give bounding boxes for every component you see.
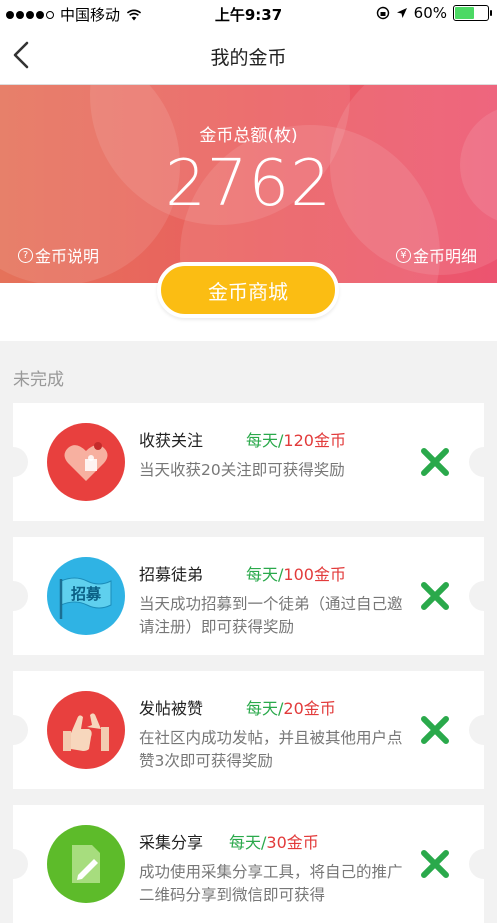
thumbs-up-icon (47, 691, 125, 769)
heart-puzzle-icon (47, 423, 125, 501)
nav-bar: 我的金币 (0, 27, 497, 85)
coin-explanation-link[interactable]: ? 金币说明 (18, 243, 99, 267)
battery-percent: 60% (413, 4, 447, 22)
coin-detail-label: 金币明细 (412, 247, 477, 266)
incomplete-x-icon (421, 850, 449, 878)
coin-detail-link[interactable]: ¥ 金币明细 (395, 243, 477, 267)
task-name: 采集分享 (139, 833, 204, 852)
coin-summary-header: 金币总额(枚) 2762 ? 金币说明 ¥ 金币明细 (0, 85, 497, 283)
task-description: 成功使用采集分享工具，将自己的推广二维码分享到微信即可获得 (139, 863, 403, 904)
svg-text:招募: 招募 (71, 585, 102, 603)
battery-icon (453, 5, 492, 21)
location-arrow-icon (396, 8, 407, 18)
section-title-incomplete: 未完成 (13, 370, 64, 390)
incomplete-x-icon (421, 716, 449, 744)
coin-total-value: 2762 (165, 147, 332, 221)
task-card[interactable]: 收获关注 每天/120金币 当天收获20关注即可获得奖励 (13, 403, 484, 521)
task-name: 收获关注 (139, 431, 204, 450)
task-reward: 每天/100金币 (246, 565, 346, 584)
coin-mall-button[interactable]: 金币商城 (157, 262, 339, 318)
task-description: 当天成功招募到一个徒弟（通过自己邀请注册）即可获得奖励 (139, 595, 403, 636)
task-description: 在社区内成功发帖，并且被其他用户点赞3次即可获得奖励 (139, 729, 403, 770)
note-pencil-icon (47, 825, 125, 903)
status-bar: 中国移动 上午9:37 60% (0, 0, 497, 27)
yen-icon: ¥ (395, 247, 411, 263)
incomplete-x-icon (421, 582, 449, 610)
task-card[interactable]: 招募 招募徒弟 每天/100金币 当天成功招募到一个徒弟（通过自己邀请注册）即可… (13, 537, 484, 655)
incomplete-x-icon (421, 448, 449, 476)
question-icon: ? (18, 247, 33, 263)
task-reward: 每天/120金币 (246, 431, 346, 450)
task-name: 发帖被赞 (139, 699, 204, 718)
task-name: 招募徒弟 (139, 565, 204, 584)
coin-total-label: 金币总额(枚) (199, 126, 298, 146)
task-card[interactable]: 采集分享 每天/30金币 成功使用采集分享工具，将自己的推广二维码分享到微信即可… (13, 805, 484, 923)
coin-explanation-label: 金币说明 (35, 247, 100, 266)
page-title: 我的金币 (210, 47, 287, 69)
task-reward: 每天/20金币 (246, 699, 336, 718)
task-description: 当天收获20关注即可获得奖励 (139, 461, 345, 479)
rotation-lock-icon (376, 6, 389, 20)
recruit-flag-icon: 招募 (47, 557, 125, 635)
task-card[interactable]: 发帖被赞 每天/20金币 在社区内成功发帖，并且被其他用户点赞3次即可获得奖励 (13, 671, 484, 789)
task-reward: 每天/30金币 (229, 833, 319, 852)
